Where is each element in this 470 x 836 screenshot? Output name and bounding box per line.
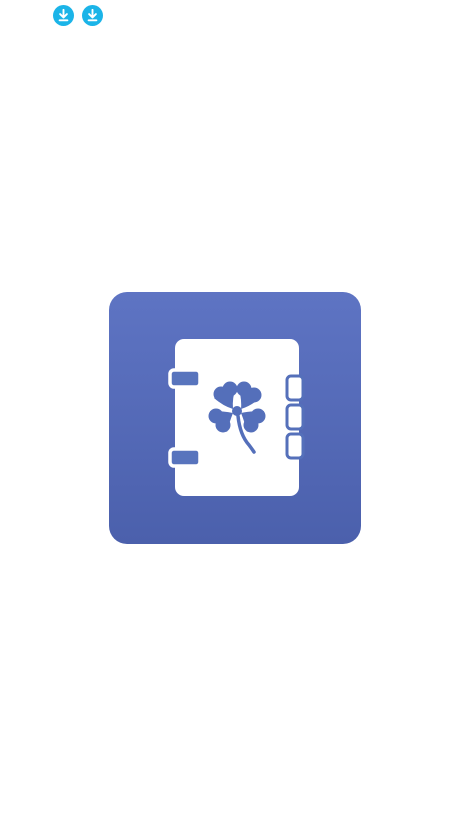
- download-icon: [82, 5, 103, 26]
- splash-screen: [0, 0, 470, 836]
- download-icon: [53, 5, 74, 26]
- tab-divider: [285, 432, 305, 460]
- binder-clip: [168, 368, 202, 389]
- notebook-clover-icon: [109, 292, 361, 544]
- tab-divider: [285, 403, 305, 431]
- status-bar: [0, 0, 470, 32]
- app-logo: [109, 292, 361, 544]
- tab-divider: [285, 374, 305, 402]
- binder-clip: [168, 447, 202, 468]
